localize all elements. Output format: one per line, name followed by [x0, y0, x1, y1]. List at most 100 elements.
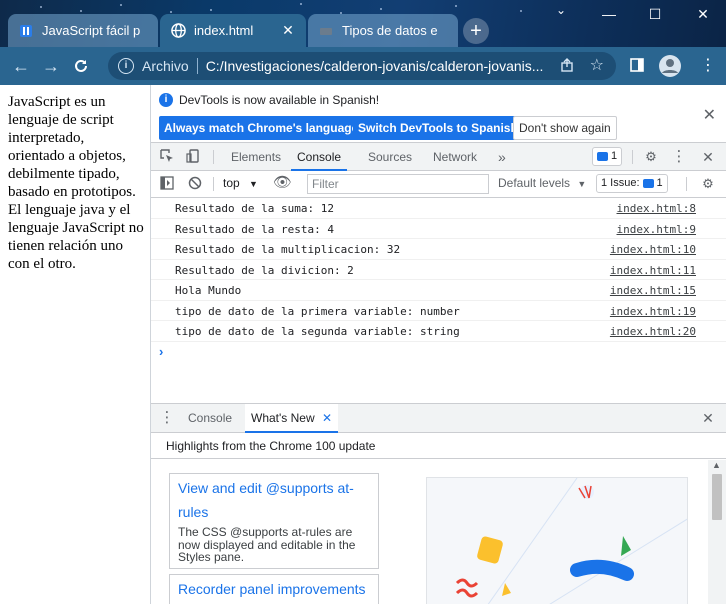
- new-tab-button[interactable]: +: [463, 18, 489, 44]
- tab-console[interactable]: Console: [291, 143, 348, 171]
- tab-title: JavaScript fácil p: [42, 23, 141, 38]
- switch-to-spanish-button[interactable]: Switch DevTools to Spanish: [353, 116, 523, 140]
- toolbar-divider: [213, 177, 214, 191]
- tab-label: What's New: [251, 411, 315, 425]
- issues-number: 1: [656, 177, 663, 189]
- issues-badge-button[interactable]: 1: [592, 147, 623, 166]
- more-tabs-button[interactable]: »: [498, 143, 506, 171]
- site-info-icon[interactable]: i: [118, 58, 134, 74]
- source-link[interactable]: index.html:9: [617, 223, 696, 236]
- log-message: Resultado de la divicion: 2: [175, 263, 354, 277]
- kebab-menu-icon[interactable]: ⋮: [700, 55, 716, 75]
- whats-new-content: View and edit @supports at-rules The CSS…: [151, 460, 707, 604]
- close-window-icon[interactable]: ✕: [688, 6, 718, 26]
- info-icon: i: [159, 93, 173, 107]
- tab-search-icon[interactable]: ⌄: [546, 3, 576, 23]
- console-toolbar: top ▼ 👁 Filter Default levels ▼ 1 Issue:…: [151, 171, 726, 198]
- tab-javascript-facil[interactable]: JavaScript fácil p: [8, 14, 158, 47]
- bookmark-star-icon[interactable]: ☆: [590, 55, 604, 75]
- tab-sources[interactable]: Sources: [368, 143, 412, 171]
- url-text[interactable]: C:/Investigaciones/calderon-jovanis/cald…: [206, 58, 546, 74]
- dropdown-arrow-icon: ▼: [249, 179, 258, 189]
- close-tab-icon[interactable]: ✕: [322, 411, 332, 425]
- live-expression-eye-icon[interactable]: 👁: [273, 175, 292, 191]
- log-levels-dropdown[interactable]: Default levels ▼: [498, 176, 586, 190]
- log-message: Resultado de la suma: 12: [175, 202, 334, 215]
- drawer-tab-whats-new[interactable]: What's New ✕: [245, 404, 339, 433]
- console-prompt-chevron-icon[interactable]: ›: [159, 344, 163, 359]
- issues-label: 1 Issue:: [601, 177, 640, 189]
- settings-gear-icon[interactable]: ⚙: [643, 149, 659, 165]
- forward-arrow-icon[interactable]: →: [36, 51, 66, 81]
- device-toolbar-icon[interactable]: [185, 149, 201, 165]
- feature-card[interactable]: Recorder panel improvements: [169, 574, 379, 604]
- browser-toolbar: ← → i Archivo C:/Investigaciones/caldero…: [0, 47, 726, 85]
- close-infobar-icon[interactable]: ✕: [703, 105, 716, 125]
- tab-title: Tipos de datos e: [342, 23, 438, 38]
- language-infobar: i DevTools is now available in Spanish! …: [151, 85, 726, 143]
- source-link[interactable]: index.html:20: [610, 325, 696, 338]
- address-bar[interactable]: i Archivo C:/Investigaciones/calderon-jo…: [108, 52, 616, 80]
- always-match-language-button[interactable]: Always match Chrome's language: [159, 116, 364, 140]
- feature-card-title[interactable]: View and edit @supports at-rules: [178, 476, 370, 524]
- source-link[interactable]: index.html:19: [610, 305, 696, 318]
- scrollbar-thumb[interactable]: [712, 474, 722, 520]
- tab-tipos-de-datos[interactable]: Tipos de datos e: [308, 14, 458, 47]
- console-filter-input[interactable]: Filter: [307, 174, 489, 194]
- globe-icon: [170, 23, 186, 39]
- log-line: tipo de dato de la segunda variable: str…: [151, 321, 726, 342]
- log-line: Resultado de la suma: 12 index.html:8: [151, 198, 726, 219]
- tabbar-divider: [632, 150, 633, 164]
- drawer-menu-icon[interactable]: ⋮: [159, 410, 175, 426]
- share-icon[interactable]: [560, 58, 574, 75]
- page-favicon-icon: [318, 23, 334, 39]
- console-settings-gear-icon[interactable]: ⚙: [700, 176, 716, 192]
- close-devtools-icon[interactable]: ✕: [700, 149, 716, 165]
- source-link[interactable]: index.html:8: [617, 202, 696, 215]
- dropdown-arrow-icon: ▼: [577, 179, 587, 189]
- scroll-up-arrow-icon[interactable]: ▲: [712, 460, 721, 470]
- source-link[interactable]: index.html:10: [610, 243, 696, 256]
- log-message: tipo de dato de la primera variable: num…: [175, 304, 460, 318]
- browser-titlebar: JavaScript fácil p index.html ✕ Tipos de…: [0, 0, 726, 47]
- side-panel-icon[interactable]: [630, 58, 644, 77]
- log-message: Resultado de la resta: 4: [175, 222, 334, 236]
- badge-count: 1: [611, 150, 618, 162]
- message-icon: [642, 179, 654, 188]
- drawer-tab-console[interactable]: Console: [188, 404, 232, 433]
- minimize-icon[interactable]: —: [594, 6, 624, 26]
- devtools-menu-icon[interactable]: ⋮: [671, 149, 687, 165]
- source-link[interactable]: index.html:11: [610, 264, 696, 277]
- levels-label: Default levels: [498, 176, 571, 190]
- clear-console-icon[interactable]: [187, 176, 203, 192]
- reload-icon[interactable]: [66, 51, 96, 81]
- profile-avatar-icon[interactable]: [658, 54, 682, 83]
- maximize-icon[interactable]: ☐: [640, 6, 670, 26]
- back-arrow-icon[interactable]: ←: [6, 51, 36, 81]
- page-paragraph: JavaScript es un lenguaje de script inte…: [8, 94, 144, 272]
- issues-count-button[interactable]: 1 Issue: 1: [596, 174, 668, 193]
- dont-show-again-button[interactable]: Don't show again: [513, 116, 617, 140]
- bookmark-favicon-icon: [18, 23, 34, 39]
- close-tab-icon[interactable]: ✕: [280, 22, 296, 39]
- tab-index-html[interactable]: index.html ✕: [160, 14, 306, 47]
- tab-elements[interactable]: Elements: [231, 143, 281, 171]
- feature-card-title[interactable]: Recorder panel improvements: [178, 577, 370, 601]
- tab-title: index.html: [194, 23, 254, 38]
- whats-new-heading: Highlights from the Chrome 100 update: [151, 433, 726, 459]
- close-drawer-icon[interactable]: ✕: [700, 410, 716, 426]
- source-link[interactable]: index.html:15: [610, 284, 696, 297]
- log-line: Hola Mundo index.html:15: [151, 280, 726, 301]
- feature-card[interactable]: View and edit @supports at-rules The CSS…: [169, 473, 379, 569]
- page-content: JavaScript es un lenguaje de script inte…: [0, 85, 150, 604]
- execution-context-select[interactable]: top ▼: [223, 176, 258, 190]
- show-sidebar-icon[interactable]: [159, 176, 175, 192]
- log-message: tipo de dato de la segunda variable: str…: [175, 325, 460, 338]
- log-line: tipo de dato de la primera variable: num…: [151, 301, 726, 321]
- console-log: Resultado de la suma: 12 index.html:8 Re…: [151, 198, 726, 359]
- omnibox-divider: [196, 58, 198, 74]
- inspect-element-icon[interactable]: [159, 149, 175, 165]
- log-message: Hola Mundo: [175, 284, 242, 297]
- tab-network[interactable]: Network: [433, 143, 477, 171]
- whats-new-scrollbar[interactable]: ▲: [708, 460, 726, 604]
